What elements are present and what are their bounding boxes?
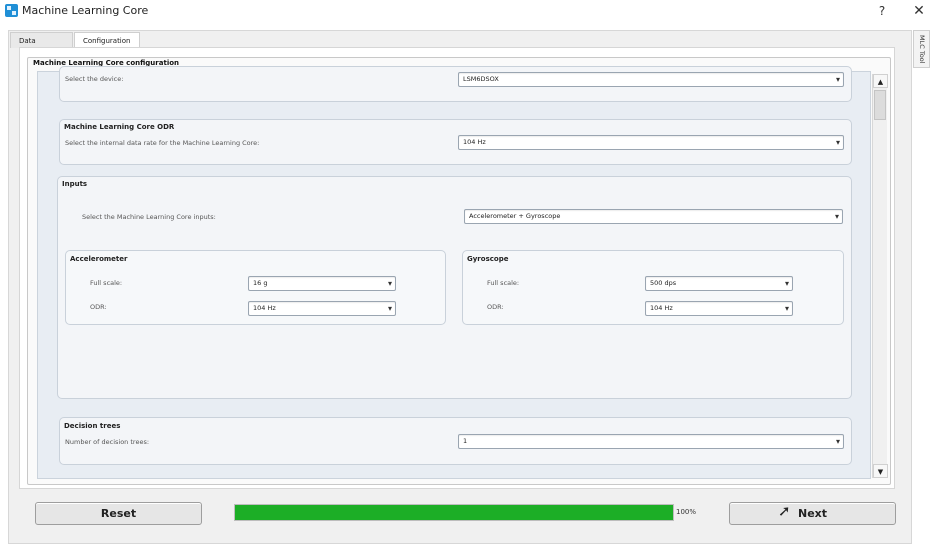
accel-full-scale-value: 16 g <box>253 279 268 287</box>
scroll-down-icon[interactable]: ▼ <box>873 464 888 478</box>
help-button[interactable]: ? <box>871 2 893 20</box>
inputs-label: Select the Machine Learning Core inputs: <box>82 213 216 221</box>
mlc-odr-label: Select the internal data rate for the Ma… <box>65 139 260 147</box>
config-scroll-area: Select the device: LSM6DSOX ▾ Machine Le… <box>37 66 871 479</box>
accel-full-scale-label: Full scale: <box>90 279 123 287</box>
decision-trees-value: 1 <box>463 437 468 445</box>
mlc-odr-panel: Machine Learning Core ODR Select the int… <box>59 119 852 165</box>
accel-full-scale-select[interactable]: 16 g ▾ <box>248 276 396 291</box>
inputs-panel: Inputs Select the Machine Learning Core … <box>57 176 852 399</box>
chevron-down-icon: ▾ <box>835 437 840 446</box>
decision-trees-panel: Decision trees Number of decision trees:… <box>59 417 852 465</box>
inputs-select-value: Accelerometer + Gyroscope <box>469 212 561 220</box>
gyro-full-scale-label: Full scale: <box>487 279 520 287</box>
side-tab-mlc-tool[interactable]: MLC Tool <box>913 30 930 68</box>
chevron-down-icon: ▾ <box>387 304 392 313</box>
inputs-select[interactable]: Accelerometer + Gyroscope ▾ <box>464 209 843 224</box>
close-button[interactable]: ✕ <box>908 2 930 20</box>
gyroscope-title: Gyroscope <box>467 255 509 263</box>
decision-trees-label: Number of decision trees: <box>65 438 150 446</box>
progress-fill <box>235 505 673 520</box>
accelerometer-panel: Accelerometer Full scale: 16 g ▾ ODR: 10… <box>65 250 446 325</box>
progress-label: 100% <box>676 508 697 516</box>
mlc-odr-select[interactable]: 104 Hz ▾ <box>458 135 844 150</box>
device-label: Select the device: <box>65 75 124 83</box>
inputs-title: Inputs <box>62 180 88 188</box>
gyroscope-panel: Gyroscope Full scale: 500 dps ▾ ODR: 104… <box>462 250 844 325</box>
accelerometer-title: Accelerometer <box>70 255 128 263</box>
title-bar: Machine Learning Core ? ✕ <box>0 0 940 24</box>
mlc-odr-select-value: 104 Hz <box>463 138 486 146</box>
gyro-odr-label: ODR: <box>487 303 504 311</box>
progress-bar <box>234 504 674 521</box>
reset-button[interactable]: Reset <box>35 502 202 525</box>
mlc-odr-title: Machine Learning Core ODR <box>64 123 175 131</box>
tab-data-patterns[interactable]: Data Patterns <box>10 32 73 61</box>
mouse-cursor-icon: ➚ <box>778 502 791 520</box>
gyro-full-scale-select[interactable]: 500 dps ▾ <box>645 276 793 291</box>
scroll-up-icon[interactable]: ▲ <box>873 74 888 88</box>
app-icon <box>5 4 18 17</box>
gyro-full-scale-value: 500 dps <box>650 279 677 287</box>
gyro-odr-value: 104 Hz <box>650 304 673 312</box>
device-select[interactable]: LSM6DSOX ▾ <box>458 72 844 87</box>
vertical-scrollbar[interactable]: ▲ ▼ <box>872 74 888 478</box>
scroll-thumb[interactable] <box>874 90 886 120</box>
tab-configuration[interactable]: Configuration <box>74 32 140 48</box>
chevron-down-icon: ▾ <box>784 304 789 313</box>
decision-trees-select[interactable]: 1 ▾ <box>458 434 844 449</box>
chevron-down-icon: ▾ <box>784 279 789 288</box>
chevron-down-icon: ▾ <box>835 75 840 84</box>
gyro-odr-select[interactable]: 104 Hz ▾ <box>645 301 793 316</box>
chevron-down-icon: ▾ <box>834 212 839 221</box>
chevron-down-icon: ▾ <box>387 279 392 288</box>
accel-odr-select[interactable]: 104 Hz ▾ <box>248 301 396 316</box>
decision-trees-title: Decision trees <box>64 422 121 430</box>
next-button[interactable]: Next <box>729 502 896 525</box>
accel-odr-value: 104 Hz <box>253 304 276 312</box>
chevron-down-icon: ▾ <box>835 138 840 147</box>
device-select-value: LSM6DSOX <box>463 75 499 83</box>
device-panel: Select the device: LSM6DSOX ▾ <box>59 66 852 102</box>
accel-odr-label: ODR: <box>90 303 107 311</box>
window-title: Machine Learning Core <box>22 4 149 17</box>
